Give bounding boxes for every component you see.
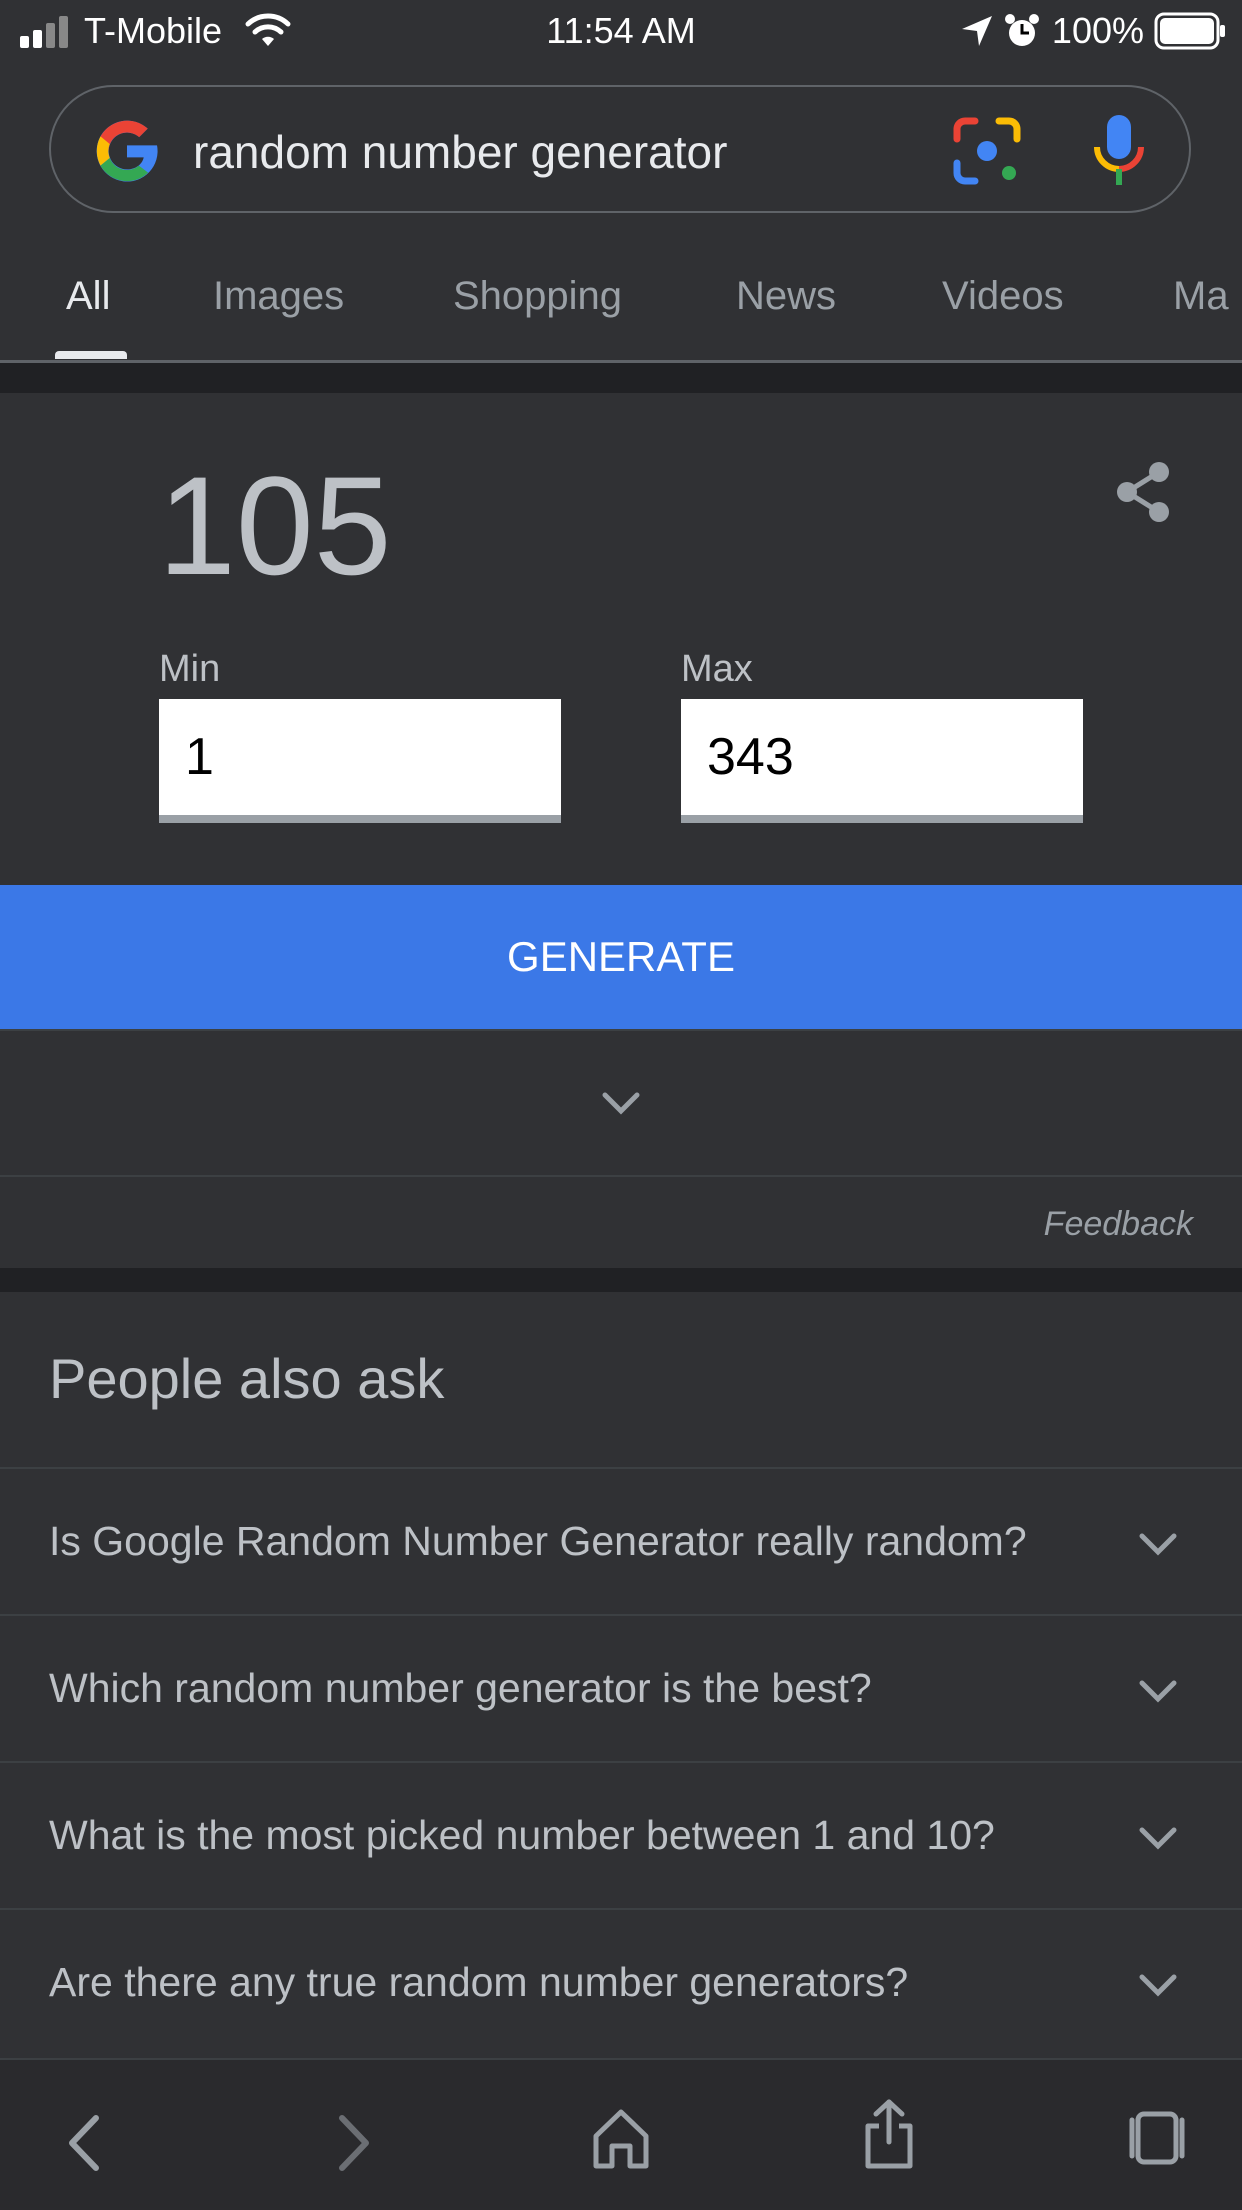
tab-videos[interactable]: Videos (942, 274, 1064, 319)
tab-images[interactable]: Images (213, 274, 344, 319)
share-icon[interactable] (1113, 460, 1173, 524)
divider (0, 1761, 1242, 1763)
max-label: Max (681, 648, 753, 690)
alarm-icon (1005, 14, 1039, 46)
min-field[interactable]: 1 (159, 699, 561, 823)
chevron-down-icon[interactable] (1138, 1530, 1178, 1558)
divider (0, 1175, 1242, 1177)
max-field[interactable]: 343 (681, 699, 1083, 823)
search-bar[interactable]: random number generator (49, 85, 1191, 213)
share-page-icon[interactable] (862, 2098, 916, 2170)
tabs-icon[interactable] (1126, 2110, 1188, 2166)
search-tabs: All Images Shopping News Videos Ma (0, 262, 1242, 362)
divider (0, 1029, 1242, 1031)
chevron-down-icon[interactable] (1138, 1824, 1178, 1852)
tab-maps[interactable]: Ma (1173, 274, 1229, 319)
section-separator (0, 363, 1242, 393)
paa-question[interactable]: Is Google Random Number Generator really… (49, 1518, 1027, 1565)
search-input[interactable]: random number generator (193, 125, 727, 179)
divider (0, 1908, 1242, 1910)
google-lens-icon[interactable] (951, 115, 1023, 187)
divider (0, 1614, 1242, 1616)
min-value[interactable]: 1 (185, 727, 214, 787)
min-label: Min (159, 648, 221, 690)
battery-icon (1154, 12, 1225, 50)
chevron-down-icon[interactable] (601, 1089, 641, 1117)
tab-shopping[interactable]: Shopping (453, 274, 622, 319)
paa-question[interactable]: Are there any true random number generat… (49, 1959, 908, 2006)
tab-all[interactable]: All (66, 274, 110, 319)
browser-toolbar (0, 2058, 1242, 2210)
chevron-down-icon[interactable] (1138, 1677, 1178, 1705)
active-tab-indicator (55, 351, 127, 359)
generate-button[interactable]: GENERATE (0, 885, 1242, 1029)
max-value[interactable]: 343 (707, 727, 794, 787)
paa-question[interactable]: What is the most picked number between 1… (49, 1812, 995, 1859)
status-bar: T-Mobile 11:54 AM 100% (0, 0, 1242, 62)
paa-question[interactable]: Which random number generator is the bes… (49, 1665, 872, 1712)
back-icon[interactable] (66, 2114, 102, 2172)
feedback-link[interactable]: Feedback (1044, 1205, 1193, 1244)
microphone-icon[interactable] (1091, 113, 1147, 189)
divider (0, 1467, 1242, 1469)
battery-percent: 100% (1051, 10, 1144, 51)
section-separator (0, 1268, 1242, 1292)
forward-icon[interactable] (336, 2114, 372, 2172)
chevron-down-icon[interactable] (1138, 1971, 1178, 1999)
tab-news[interactable]: News (736, 274, 836, 319)
google-logo-icon (96, 120, 158, 182)
home-icon[interactable] (592, 2108, 650, 2170)
location-arrow-icon (962, 16, 992, 46)
people-also-ask-title: People also ask (49, 1347, 445, 1410)
random-result: 105 (158, 447, 392, 604)
